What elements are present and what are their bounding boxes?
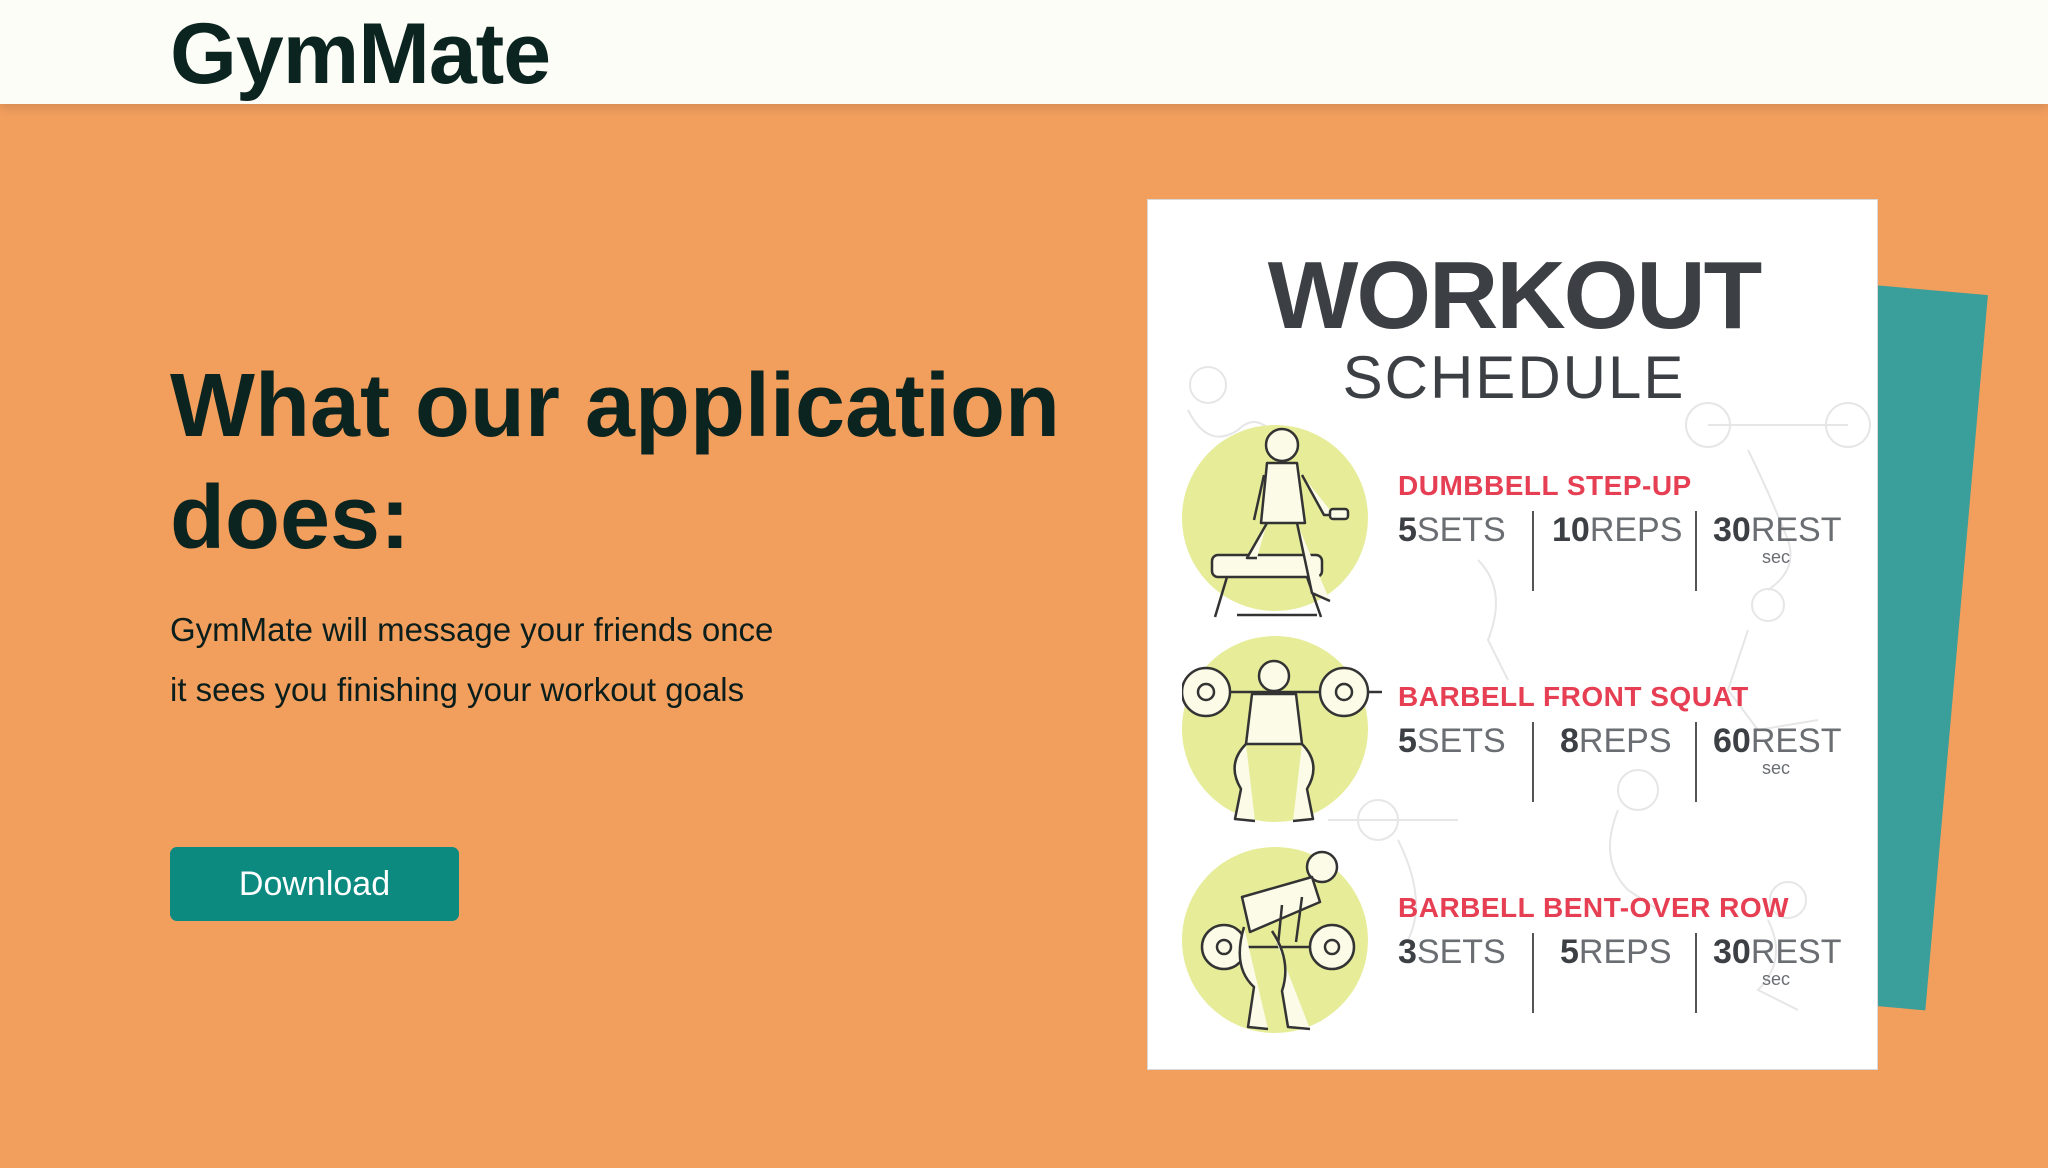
divider (1532, 511, 1534, 591)
divider (1695, 933, 1697, 1013)
divider (1532, 933, 1534, 1013)
exercise-name: DUMBBELL STEP-UP (1398, 470, 1692, 501)
poster-subtitle: SCHEDULE (1342, 344, 1686, 411)
exercise-item: DUMBBELL STEP-UP 5SETS 10REPS 30REST sec (1148, 425, 1877, 625)
step-up-figure-icon (1210, 427, 1350, 618)
seconds-unit: sec (1762, 547, 1791, 567)
sets-stat: 3SETS (1398, 933, 1506, 971)
navbar: GymMate (0, 0, 2048, 104)
exercise-item: BARBELL FRONT SQUAT 5SETS 8REPS 60REST s… (1148, 636, 1877, 836)
rest-stat: 30REST (1713, 511, 1842, 549)
hero-description: GymMate will message your friends once i… (170, 611, 774, 708)
brand-logo[interactable]: GymMate (170, 4, 551, 104)
reps-stat: 10REPS (1552, 511, 1683, 549)
exercise-item: BARBELL BENT-OVER ROW 3SETS 5REPS 30REST… (1148, 847, 1877, 1047)
poster-title: WORKOUT (1267, 242, 1763, 349)
workout-schedule-poster: WORKOUT SCHEDULE DUMBBELL STEP-UP 5SETS … (1147, 199, 1878, 1070)
reps-stat: 5REPS (1560, 933, 1672, 971)
download-button[interactable]: Download (170, 847, 459, 921)
divider (1695, 722, 1697, 802)
hero-headline: What our application does: (170, 356, 1060, 568)
rest-stat: 60REST (1713, 722, 1842, 760)
exercise-name: BARBELL FRONT SQUAT (1398, 681, 1749, 712)
rest-stat: 30REST (1713, 933, 1842, 971)
seconds-unit: sec (1762, 758, 1791, 778)
divider (1532, 722, 1534, 802)
bent-over-row-figure-icon (1200, 850, 1356, 1031)
divider (1695, 511, 1697, 591)
front-squat-figure-icon (1182, 659, 1382, 823)
sets-stat: 5SETS (1398, 722, 1506, 760)
sets-stat: 5SETS (1398, 511, 1506, 549)
exercise-name: BARBELL BENT-OVER ROW (1398, 892, 1790, 923)
seconds-unit: sec (1762, 969, 1791, 989)
reps-stat: 8REPS (1560, 722, 1672, 760)
